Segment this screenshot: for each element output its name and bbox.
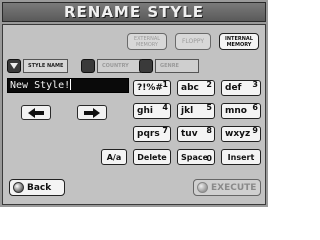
key-2-num: 2 — [206, 80, 212, 89]
key-0-space[interactable]: Space 0 — [177, 149, 215, 165]
tab-style-name-label: STYLE NAME — [23, 59, 69, 73]
key-1-num: 1 — [162, 80, 168, 89]
tab-genre-label: GENRE — [155, 59, 199, 73]
key-6-num: 6 — [252, 103, 258, 112]
key-0-num: 0 — [206, 154, 212, 163]
tab-style-name[interactable]: STYLE NAME — [7, 58, 69, 74]
key-8-num: 8 — [206, 126, 212, 135]
tab-genre[interactable]: GENRE — [139, 58, 199, 74]
key-3[interactable]: def 3 — [221, 80, 261, 96]
key-2[interactable]: abc 2 — [177, 80, 215, 96]
key-6-chars: mno — [225, 106, 247, 116]
key-3-num: 3 — [252, 80, 258, 89]
key-5[interactable]: jkl 5 — [177, 103, 215, 119]
cursor-left-button[interactable] — [21, 105, 51, 120]
key-7-chars: pqrs — [137, 129, 160, 139]
rename-style-screen: RENAME STYLE EXTERNAL MEMORY FLOPPY INTE… — [0, 0, 268, 207]
triangle-down-icon — [7, 59, 21, 73]
key-6[interactable]: mno 6 — [221, 103, 261, 119]
key-4[interactable]: ghi 4 — [133, 103, 171, 119]
key-1[interactable]: ?!%# 1 — [133, 80, 171, 96]
key-8-chars: tuv — [181, 129, 198, 139]
style-name-value: New Style! — [10, 80, 71, 91]
text-cursor — [70, 79, 72, 90]
back-indicator-icon — [13, 182, 24, 193]
style-name-field[interactable]: New Style! — [7, 78, 129, 93]
arrow-right-icon — [84, 107, 100, 118]
back-button[interactable]: Back — [9, 179, 65, 196]
main-panel: EXTERNAL MEMORY FLOPPY INTERNAL MEMORY S… — [2, 24, 266, 205]
execute-button[interactable]: EXECUTE — [193, 179, 261, 196]
tab-genre-indicator-icon — [139, 59, 153, 73]
insert-button[interactable]: Insert — [221, 149, 261, 165]
key-1-chars: ?!%# — [137, 83, 163, 93]
arrow-left-icon — [28, 107, 44, 118]
execute-label: EXECUTE — [211, 182, 257, 193]
key-2-chars: abc — [181, 83, 199, 93]
case-toggle-button[interactable]: A/a — [101, 149, 127, 165]
tab-country-label: COUNTRY — [97, 59, 141, 73]
floppy-button[interactable]: FLOPPY — [175, 33, 211, 50]
external-memory-button[interactable]: EXTERNAL MEMORY — [127, 33, 167, 50]
key-8[interactable]: tuv 8 — [177, 126, 215, 142]
space-label: Space — [181, 152, 209, 162]
tab-country-indicator-icon — [81, 59, 95, 73]
key-7-num: 7 — [162, 126, 168, 135]
cursor-right-button[interactable] — [77, 105, 107, 120]
execute-indicator-icon — [197, 182, 208, 193]
key-4-num: 4 — [162, 103, 168, 112]
delete-button[interactable]: Delete — [133, 149, 171, 165]
back-label: Back — [27, 182, 52, 193]
key-9-num: 9 — [252, 126, 258, 135]
internal-memory-button[interactable]: INTERNAL MEMORY — [219, 33, 259, 50]
key-3-chars: def — [225, 83, 242, 93]
key-5-num: 5 — [206, 103, 212, 112]
title-bar: RENAME STYLE — [2, 2, 266, 22]
key-7[interactable]: pqrs 7 — [133, 126, 171, 142]
page-title: RENAME STYLE — [63, 3, 205, 21]
key-9-chars: wxyz — [225, 129, 251, 139]
key-9[interactable]: wxyz 9 — [221, 126, 261, 142]
key-4-chars: ghi — [137, 106, 153, 116]
key-5-chars: jkl — [181, 106, 194, 116]
tab-country[interactable]: COUNTRY — [81, 58, 141, 74]
